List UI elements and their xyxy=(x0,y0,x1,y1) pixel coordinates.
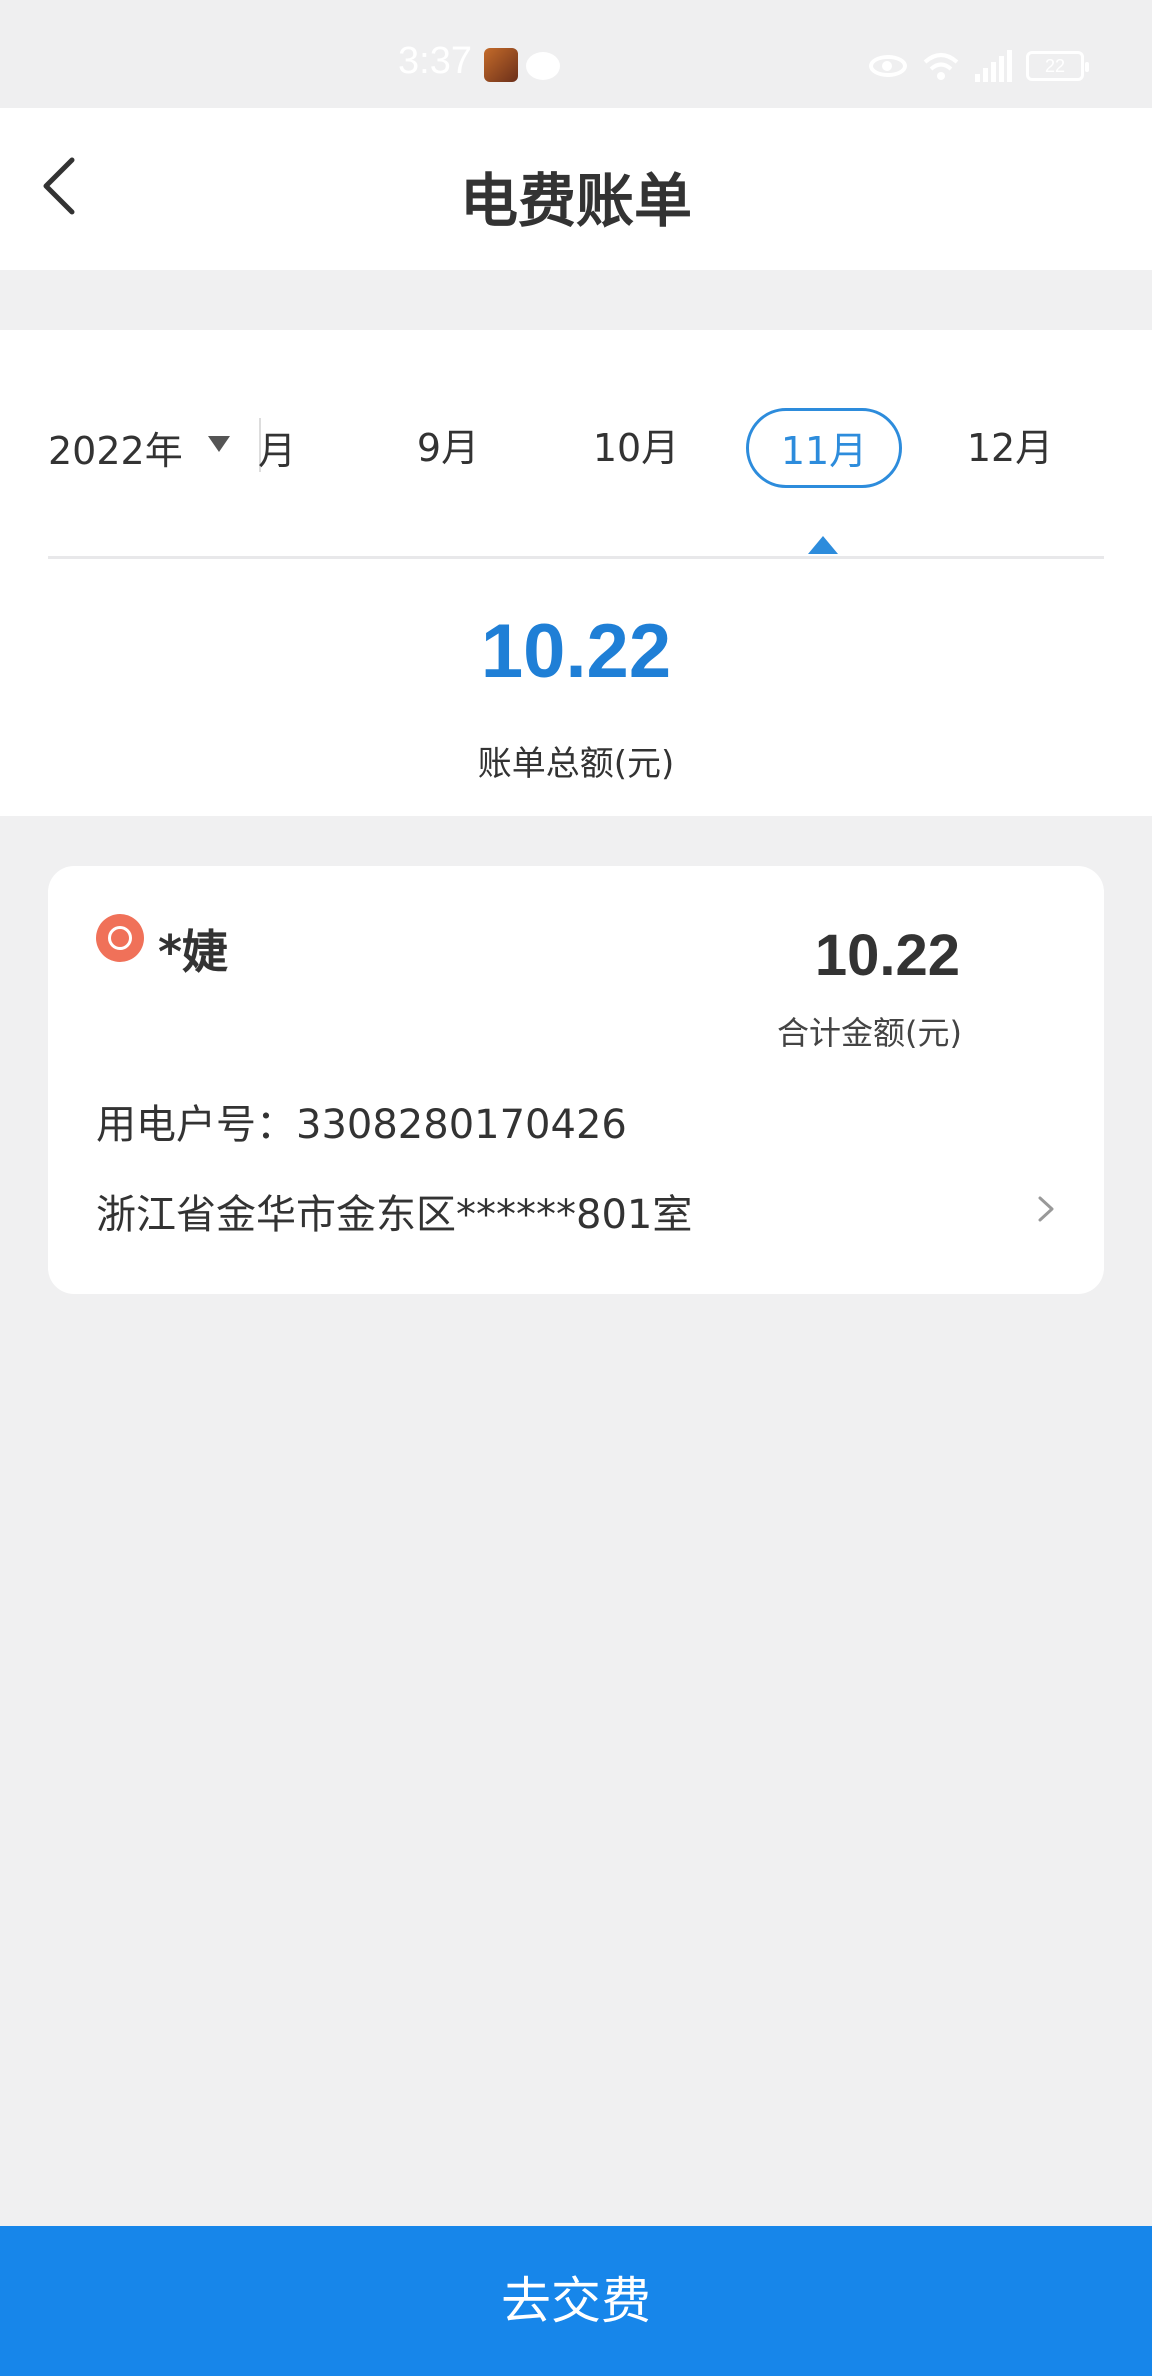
eye-icon xyxy=(869,55,907,77)
selected-month-pointer xyxy=(808,536,838,554)
month-tab-partial[interactable]: 月 xyxy=(258,420,296,475)
month-tab-12[interactable]: 12月 xyxy=(948,408,1072,488)
account-number: 用电户号：3308280170426 xyxy=(96,1102,627,1148)
message-bubble-icon xyxy=(526,52,560,80)
nav-bar: 电费账单 xyxy=(0,108,1152,270)
owner-avatar-icon xyxy=(96,914,144,962)
status-bar: 3:37 22 xyxy=(0,0,1152,108)
card-amount-label: 合计金额(元) xyxy=(777,1014,962,1052)
month-tab-9[interactable]: 9月 xyxy=(386,408,510,488)
year-select[interactable]: 2022年 xyxy=(48,420,183,475)
wifi-icon xyxy=(921,50,961,82)
total-amount-label: 账单总额(元) xyxy=(477,744,675,784)
game-app-icon xyxy=(484,48,518,82)
card-total-amount: 10.22 xyxy=(814,923,960,988)
battery-icon: 22 xyxy=(1026,51,1089,81)
account-address: 浙江省金华市金东区******801室 xyxy=(96,1192,693,1238)
pay-button[interactable]: 去交费 xyxy=(0,2226,1152,2376)
total-amount: 10.22 xyxy=(480,609,672,694)
account-card[interactable]: *婕 10.22 合计金额(元) 用电户号：3308280170426 浙江省金… xyxy=(48,866,1104,1294)
page-title: 电费账单 xyxy=(459,167,692,235)
status-indicators: 22 xyxy=(869,46,1089,86)
month-panel: 2022年 月 9月 10月 11月 12月 10.22 账单总额(元) xyxy=(0,330,1152,816)
month-tab-10[interactable]: 10月 xyxy=(574,408,698,488)
month-tab-11[interactable]: 11月 xyxy=(746,408,902,488)
status-time: 3:37 xyxy=(398,40,472,82)
chevron-right-icon[interactable] xyxy=(1034,1192,1058,1226)
owner-name: *婕 xyxy=(158,925,229,979)
caret-down-icon[interactable] xyxy=(208,436,230,452)
month-divider-line xyxy=(48,556,1104,559)
signal-icon xyxy=(975,50,1012,82)
